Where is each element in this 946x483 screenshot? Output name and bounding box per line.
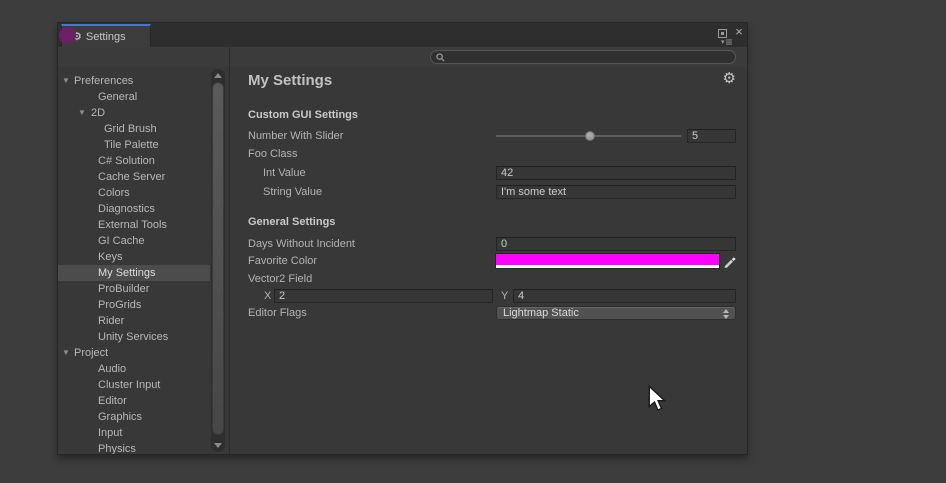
sidebar-item-unity-services[interactable]: Unity Services <box>58 329 210 345</box>
expander-icon[interactable]: ▼ <box>62 345 70 361</box>
menu-caret-icon: ▾ <box>721 38 725 46</box>
number-slider-track[interactable] <box>496 135 681 137</box>
page-title: My Settings <box>248 72 332 89</box>
sidebar-item-2d[interactable]: ▼ 2D <box>58 105 210 121</box>
close-icon[interactable]: × <box>732 24 746 40</box>
dropdown-selected-value: Lightmap Static <box>503 307 579 319</box>
search-box[interactable] <box>430 50 736 64</box>
editor-flags-dropdown[interactable]: Lightmap Static <box>496 306 736 320</box>
sidebar-item-rider[interactable]: Rider <box>58 313 210 329</box>
sidebar-scrollbar[interactable] <box>211 69 225 452</box>
sidebar-item-editor[interactable]: Editor <box>58 393 210 409</box>
scrollbar-thumb[interactable] <box>212 82 224 435</box>
sidebar-item-external-tools[interactable]: External Tools <box>58 217 210 233</box>
tab-bar: ⚙ Settings × ▾ ≡ <box>58 23 747 48</box>
sidebar-item-cluster-input[interactable]: Cluster Input <box>58 377 210 393</box>
vector2-field-label: Vector2 Field <box>248 272 312 286</box>
sidebar-item-input[interactable]: Input <box>58 425 210 441</box>
string-value-field[interactable] <box>496 185 736 199</box>
eyedropper-icon[interactable] <box>723 253 737 268</box>
sidebar-item-tile-palette[interactable]: Tile Palette <box>58 137 210 153</box>
sidebar-item-project[interactable]: ▼ Project <box>58 345 210 361</box>
sidebar-item-cache-server[interactable]: Cache Server <box>58 169 210 185</box>
sidebar-item-physics[interactable]: Physics <box>58 441 210 454</box>
vector2-x-label: X <box>264 289 271 303</box>
vector2-y-label: Y <box>501 289 508 303</box>
settings-tree: ▼ Preferences General ▼ 2D Grid Brush Ti… <box>58 67 229 454</box>
sidebar-item-keys[interactable]: Keys <box>58 249 210 265</box>
settings-panel: My Settings ⚙ Custom GUI Settings Number… <box>230 67 747 454</box>
settings-window: ⚙ Settings × ▾ ≡ ▼ Preferences <box>57 22 748 455</box>
favorite-color-label: Favorite Color <box>248 254 317 268</box>
vector2-y-field[interactable] <box>513 289 736 303</box>
scroll-up-icon[interactable] <box>214 73 222 78</box>
sidebar-item-gi-cache[interactable]: GI Cache <box>58 233 210 249</box>
sidebar-item-my-settings[interactable]: My Settings <box>58 265 210 281</box>
sidebar-item-general[interactable]: General <box>58 89 210 105</box>
scroll-down-icon[interactable] <box>214 443 222 448</box>
int-value-label: Int Value <box>263 166 306 180</box>
dropdown-arrows-icon <box>722 308 730 320</box>
foo-class-label: Foo Class <box>248 147 298 161</box>
window-menu-icon[interactable]: ▾ ≡ <box>721 36 733 47</box>
sidebar-item-preferences[interactable]: ▼ Preferences <box>58 73 210 89</box>
number-slider-thumb[interactable] <box>585 131 595 141</box>
int-value-field[interactable] <box>496 166 736 180</box>
section-custom-gui-settings: Custom GUI Settings <box>248 109 358 121</box>
favorite-color-swatch[interactable] <box>496 254 719 268</box>
editor-flags-label: Editor Flags <box>248 306 307 320</box>
sidebar-item-grid-brush[interactable]: Grid Brush <box>58 121 210 137</box>
expander-icon[interactable]: ▼ <box>62 73 70 89</box>
sidebar-item-colors[interactable]: Colors <box>58 185 210 201</box>
string-value-label: String Value <box>263 185 322 199</box>
sidebar-item-diagnostics[interactable]: Diagnostics <box>58 201 210 217</box>
plum-dot-icon <box>59 27 76 44</box>
sidebar-item-audio[interactable]: Audio <box>58 361 210 377</box>
number-slider-value-field[interactable] <box>687 129 736 143</box>
tree-list: ▼ Preferences General ▼ 2D Grid Brush Ti… <box>58 73 229 454</box>
sidebar-item-progrids[interactable]: ProGrids <box>58 297 210 313</box>
number-with-slider-label: Number With Slider <box>248 129 343 143</box>
desktop: { "icons": { "gear": "⚙", "close": "×", … <box>0 0 946 483</box>
search-input[interactable] <box>449 52 719 63</box>
panel-gear-icon[interactable]: ⚙ <box>723 69 736 87</box>
toolbar <box>58 47 747 68</box>
section-general-settings: General Settings <box>248 216 335 228</box>
search-icon <box>436 53 445 62</box>
vector2-x-field[interactable] <box>274 289 493 303</box>
sidebar-item-graphics[interactable]: Graphics <box>58 409 210 425</box>
sidebar-item-csharp-solution[interactable]: C# Solution <box>58 153 210 169</box>
expander-icon[interactable]: ▼ <box>78 105 86 121</box>
days-without-incident-field[interactable] <box>496 237 736 251</box>
days-without-incident-label: Days Without Incident <box>248 237 355 251</box>
tab-label: Settings <box>86 31 126 43</box>
sidebar-item-probuilder[interactable]: ProBuilder <box>58 281 210 297</box>
